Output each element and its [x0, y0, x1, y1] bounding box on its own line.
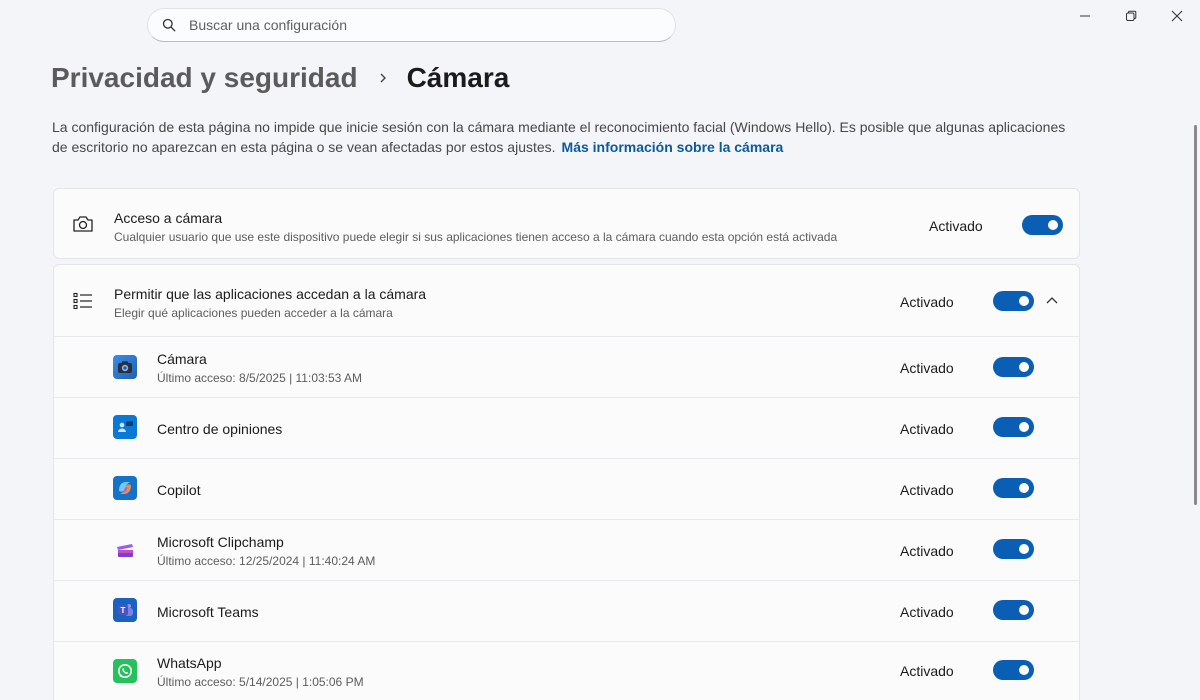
camera-access-toggle[interactable] [1022, 215, 1063, 235]
app-toggle-centro-de-opiniones[interactable] [993, 417, 1034, 437]
app-access-state: Activado [900, 294, 954, 310]
breadcrumb: Privacidad y seguridad Cámara [51, 58, 509, 98]
clipchamp-icon [113, 538, 137, 562]
camera-access-subtitle: Cualquier usuario que use este dispositi… [114, 230, 838, 244]
page-title: Cámara [406, 62, 510, 93]
app-name: Cámara [157, 351, 207, 367]
camera-app-icon [113, 355, 137, 379]
chevron-right-icon [378, 72, 388, 84]
search-input[interactable] [189, 17, 629, 33]
minimize-button[interactable] [1062, 0, 1108, 32]
app-access-card: Permitir que las aplicaciones accedan a … [53, 264, 1080, 700]
page-description: La configuración de esta página no impid… [52, 117, 1082, 157]
app-name: Microsoft Clipchamp [157, 534, 284, 550]
app-state: Activado [900, 482, 954, 498]
learn-more-link[interactable]: Más información sobre la cámara [562, 139, 784, 155]
camera-access-state: Activado [929, 218, 983, 234]
app-toggle-teams[interactable] [993, 600, 1034, 620]
app-state: Activado [900, 421, 954, 437]
app-row-centro-de-opiniones: Centro de opiniones Activado [54, 398, 1079, 458]
search-box[interactable] [147, 8, 676, 42]
app-toggle-camara[interactable] [993, 357, 1034, 377]
app-toggle-clipchamp[interactable] [993, 539, 1034, 559]
scrollbar[interactable] [1194, 125, 1197, 505]
teams-icon: T [113, 598, 137, 622]
close-button[interactable] [1154, 0, 1200, 32]
camera-access-title: Acceso a cámara [114, 210, 223, 226]
copilot-icon [113, 476, 137, 500]
feedback-hub-icon [113, 415, 137, 439]
app-access-toggle[interactable] [993, 291, 1034, 311]
breadcrumb-parent[interactable]: Privacidad y seguridad [51, 62, 358, 94]
app-row-clipchamp: Microsoft Clipchamp Último acceso: 12/25… [54, 520, 1079, 580]
app-toggle-copilot[interactable] [993, 478, 1034, 498]
app-toggle-whatsapp[interactable] [993, 660, 1034, 680]
app-name: Copilot [157, 482, 201, 498]
restore-icon [1126, 10, 1137, 21]
app-row-copilot: Copilot Activado [54, 459, 1079, 519]
app-last-access: Último acceso: 12/25/2024 | 11:40:24 AM [157, 554, 376, 568]
app-access-header[interactable]: Permitir que las aplicaciones accedan a … [54, 265, 1079, 336]
chevron-up-icon[interactable] [1044, 292, 1060, 308]
app-name: Centro de opiniones [157, 421, 283, 437]
app-list-icon [72, 290, 94, 312]
minimize-icon [1080, 15, 1090, 17]
whatsapp-icon [113, 659, 137, 683]
app-state: Activado [900, 360, 954, 376]
restore-button[interactable] [1108, 0, 1154, 32]
close-icon [1171, 10, 1183, 22]
app-last-access: Último acceso: 5/14/2025 | 1:05:06 PM [157, 675, 364, 689]
app-state: Activado [900, 663, 954, 679]
app-row-whatsapp: WhatsApp Último acceso: 5/14/2025 | 1:05… [54, 642, 1079, 700]
app-name: WhatsApp [157, 655, 222, 671]
app-name: Microsoft Teams [157, 604, 259, 620]
app-state: Activado [900, 543, 954, 559]
app-row-teams: T Microsoft Teams Activado [54, 581, 1079, 641]
app-state: Activado [900, 604, 954, 620]
search-icon [161, 17, 177, 33]
window-controls [1062, 0, 1200, 32]
svg-text:T: T [121, 606, 126, 615]
app-access-subtitle: Elegir qué aplicaciones pueden acceder a… [114, 306, 393, 320]
app-row-camara: Cámara Último acceso: 8/5/2025 | 11:03:5… [54, 337, 1079, 397]
camera-access-card: Acceso a cámara Cualquier usuario que us… [53, 188, 1080, 259]
description-text: La configuración de esta página no impid… [52, 119, 1066, 155]
app-last-access: Último acceso: 8/5/2025 | 11:03:53 AM [157, 371, 363, 385]
app-access-title: Permitir que las aplicaciones accedan a … [114, 286, 427, 302]
camera-icon [71, 213, 95, 235]
